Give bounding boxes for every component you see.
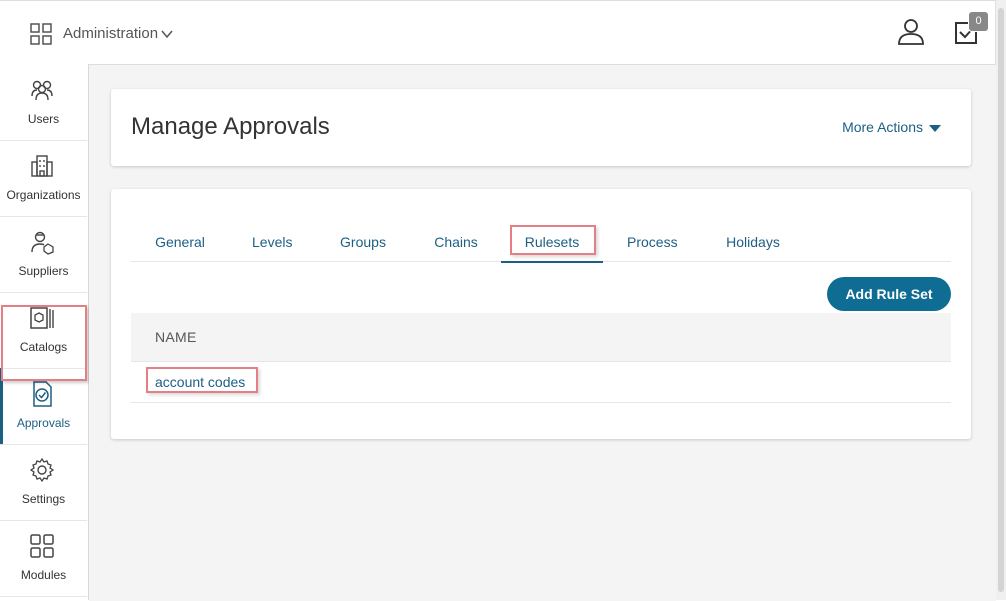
add-rule-set-button[interactable]: Add Rule Set [827,277,951,311]
user-profile-icon[interactable] [896,17,926,47]
modules-icon [30,534,54,558]
app-name-dropdown[interactable]: Administration [63,25,158,42]
sidebar-item-organizations[interactable]: Organizations [0,140,87,217]
sidebar-item-label: Suppliers [18,264,69,278]
rulesets-tab-highlight-box [510,225,596,255]
users-icon [31,80,53,101]
gear-icon [29,457,55,483]
sidebar-item-suppliers[interactable]: Suppliers [0,216,87,293]
page-scrollbar[interactable] [995,0,1006,600]
row-highlight-box [146,367,258,393]
top-bar: Administration 0 [0,0,996,65]
supplier-icon [31,231,54,255]
task-count-badge: 0 [968,11,989,32]
rulesets-table: NAME account codes [131,313,951,403]
column-header-name[interactable]: NAME [155,329,197,345]
sidebar-item-users[interactable]: Users [0,64,87,141]
sidebar-item-label: Settings [21,492,66,506]
sidebar-item-modules[interactable]: Modules [0,520,87,597]
page-header-card: Manage Approvals More Actions [111,89,971,166]
sidebar-item-label: Approvals [16,416,71,430]
caret-down-icon [929,124,941,132]
page-title: Manage Approvals [131,113,330,140]
table-row[interactable]: account codes [131,362,951,403]
scrollbar-thumb[interactable] [998,8,1004,592]
tab-holidays[interactable]: Holidays [725,225,781,261]
main-content: Manage Approvals More Actions General Le… [89,64,996,601]
sidebar-item-label: Modules [20,568,67,582]
more-actions-label: More Actions [842,119,923,135]
tab-levels[interactable]: Levels [252,225,292,261]
building-icon [31,155,53,177]
more-actions-button[interactable]: More Actions [842,119,941,135]
tab-groups[interactable]: Groups [340,225,386,261]
rulesets-card: General Levels Groups Chains Rulesets Pr… [111,189,971,439]
approval-icon [33,381,52,407]
approvals-highlight-box [1,305,87,381]
tab-chains[interactable]: Chains [434,225,478,261]
sidebar-item-settings[interactable]: Settings [0,444,87,521]
sidebar-item-label: Organizations [6,188,81,202]
app-switcher-icon[interactable] [30,23,52,45]
table-header: NAME [131,313,951,362]
chevron-down-icon[interactable] [160,27,174,41]
tab-general[interactable]: General [155,225,205,261]
sidebar-item-label: Users [27,112,60,126]
tab-process[interactable]: Process [627,225,678,261]
